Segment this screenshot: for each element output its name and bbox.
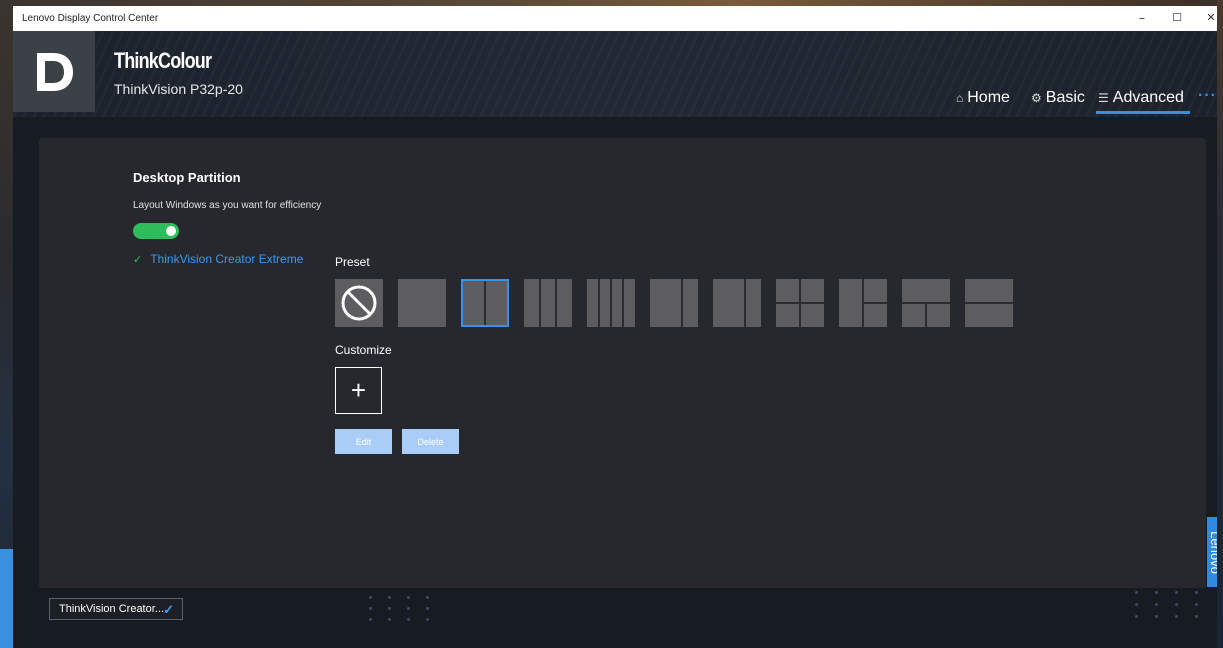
preset-two-thirds-right[interactable]	[713, 279, 761, 327]
divider	[965, 302, 1013, 304]
device-select-value: ThinkVision Creator...	[59, 603, 164, 615]
preset-two-thirds-left[interactable]	[650, 279, 698, 327]
app-window: Lenovo Display Control Center – ☐ ✕ Thin…	[13, 6, 1217, 648]
toggle-knob	[166, 226, 176, 236]
device-select-dropdown[interactable]: ThinkVision Creator... ✓	[49, 598, 183, 620]
chevron-down-icon: ✓	[163, 602, 174, 617]
divider	[744, 279, 746, 327]
device-list-item[interactable]: ✓ ThinkVision Creator Extreme	[133, 252, 303, 266]
lenovo-side-tab[interactable]: Lenovo	[1207, 517, 1217, 587]
sliders-icon: ☰	[1098, 91, 1109, 105]
plus-icon: +	[350, 375, 367, 405]
preset-left-plus-two-right[interactable]	[839, 279, 887, 327]
gear-icon: ⚙	[1031, 91, 1042, 105]
nav-advanced-label: Advanced	[1112, 89, 1184, 106]
divider	[925, 303, 927, 327]
divider	[610, 279, 612, 327]
divider	[776, 302, 824, 304]
preset-none[interactable]	[335, 279, 383, 327]
divider	[863, 302, 887, 304]
preset-two-rows[interactable]	[965, 279, 1013, 327]
delete-button[interactable]: Delete	[402, 429, 459, 454]
nav-basic[interactable]: ⚙ Basic	[1031, 89, 1085, 107]
section-title: Desktop Partition	[133, 170, 241, 185]
decorative-dots-right	[1135, 591, 1198, 618]
divider	[484, 281, 486, 325]
maximize-button[interactable]: ☐	[1163, 9, 1191, 27]
lenovo-side-label: Lenovo	[1207, 530, 1218, 574]
monitor-model: ThinkVision P32p-20	[114, 81, 243, 97]
section-subtitle: Layout Windows as you want for efficienc…	[133, 200, 322, 211]
title-bar: Lenovo Display Control Center – ☐ ✕	[13, 6, 1217, 31]
divider	[598, 279, 600, 327]
preset-full[interactable]	[398, 279, 446, 327]
app-header: ThinkColour ThinkVision P32p-20 ⌂ Home ⚙…	[13, 31, 1217, 117]
divider	[681, 279, 683, 327]
divider	[622, 279, 624, 327]
nav-home-label: Home	[967, 89, 1010, 106]
window-title: Lenovo Display Control Center	[22, 13, 159, 24]
prohibited-icon	[341, 285, 377, 321]
app-logo	[13, 31, 95, 112]
preset-four-columns[interactable]	[587, 279, 635, 327]
preset-three-columns[interactable]	[524, 279, 572, 327]
nav-basic-label: Basic	[1045, 89, 1085, 106]
nav-home[interactable]: ⌂ Home	[956, 89, 1010, 107]
partition-toggle[interactable]	[133, 223, 179, 239]
logo-d-icon	[37, 52, 73, 91]
preset-top-plus-two-bottom[interactable]	[902, 279, 950, 327]
preset-quad[interactable]	[776, 279, 824, 327]
add-custom-layout-button[interactable]: +	[335, 367, 382, 414]
minimize-button[interactable]: –	[1128, 9, 1156, 27]
preset-two-columns[interactable]	[461, 279, 509, 327]
decorative-dots-left	[369, 596, 429, 621]
close-button[interactable]: ✕	[1197, 9, 1217, 27]
preset-label: Preset	[335, 255, 370, 269]
edit-button[interactable]: Edit	[335, 429, 392, 454]
more-menu-button[interactable]: ···	[1198, 87, 1217, 105]
desktop-background-right	[1217, 0, 1223, 648]
home-icon: ⌂	[956, 91, 964, 105]
device-name: ThinkVision Creator Extreme	[150, 252, 304, 266]
nav-advanced[interactable]: ☰ Advanced	[1098, 89, 1184, 107]
desktop-partition-panel: Desktop Partition Layout Windows as you …	[39, 138, 1206, 588]
divider	[539, 279, 541, 327]
active-tab-indicator	[1096, 111, 1190, 114]
desktop-taskbar-accent	[0, 549, 13, 648]
brand-name: ThinkColour	[114, 48, 212, 73]
checkmark-icon: ✓	[133, 253, 143, 266]
customize-label: Customize	[335, 343, 392, 357]
divider	[555, 279, 557, 327]
